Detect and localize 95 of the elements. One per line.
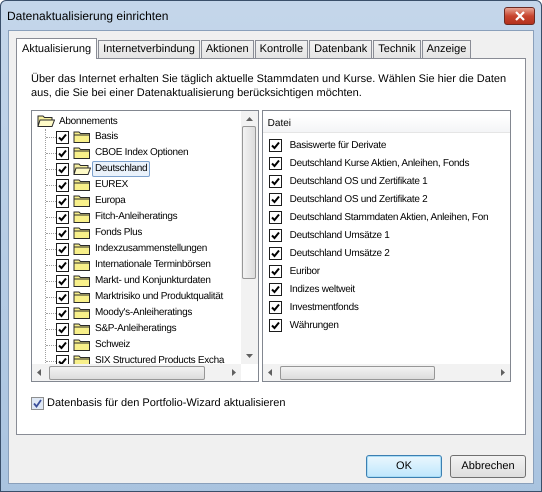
tab[interactable]: Internetverbindung <box>98 40 200 58</box>
scrollbar-thumb[interactable] <box>280 366 435 380</box>
tree-item[interactable]: Abonnements <box>59 114 118 128</box>
checkbox[interactable] <box>268 228 282 242</box>
checkbox-label[interactable]: Datenbasis für den Portfolio-Wizard aktualisieren <box>47 395 286 412</box>
folder-icon <box>73 130 91 144</box>
scroll-right-icon[interactable] <box>501 369 505 376</box>
checkbox[interactable] <box>268 156 282 170</box>
checkbox[interactable] <box>268 174 282 188</box>
tree-item[interactable]: Markt- und Konjunkturdaten <box>92 274 214 288</box>
tab[interactable]: Aktionen <box>200 40 254 58</box>
folder-icon <box>73 226 91 240</box>
file-item[interactable]: Deutschland Kurse Aktien, Anleihen, Fonds <box>290 156 470 170</box>
folder-icon <box>73 146 91 160</box>
tree-item[interactable]: Basis <box>92 130 121 144</box>
folder-icon <box>73 178 91 192</box>
scroll-left-icon[interactable] <box>37 369 41 376</box>
folder-icon <box>73 338 91 352</box>
checkbox[interactable] <box>268 138 282 152</box>
cancel-button[interactable]: Abbrechen <box>450 455 526 478</box>
tree-item[interactable]: CBOE Index Optionen <box>92 146 192 160</box>
checkbox[interactable] <box>56 130 69 144</box>
tab[interactable]: Anzeige <box>422 40 472 58</box>
file-item[interactable]: Deutschland OS und Zertifikate 1 <box>290 174 428 188</box>
tree-item[interactable]: Internationale Terminbörsen <box>92 258 214 272</box>
open-folder-icon <box>73 162 91 176</box>
folder-icon <box>73 274 91 288</box>
file-item[interactable]: Investmentfonds <box>290 300 359 314</box>
tab[interactable]: Kontrolle <box>254 40 308 58</box>
close-icon <box>514 10 526 20</box>
checkbox[interactable] <box>268 318 282 332</box>
folder-icon <box>73 242 91 256</box>
checkbox[interactable] <box>56 354 69 364</box>
checkbox[interactable] <box>268 300 282 314</box>
checkbox[interactable] <box>56 194 69 208</box>
tree-item[interactable]: Marktrisiko und Produktqualität <box>92 290 226 304</box>
tree-item[interactable]: EUREX <box>92 178 131 192</box>
scroll-right-icon[interactable] <box>232 369 236 376</box>
folder-icon <box>73 194 91 208</box>
scroll-down-icon[interactable] <box>246 354 253 358</box>
horizontal-scrollbar[interactable] <box>262 364 510 381</box>
horizontal-scrollbar[interactable] <box>32 364 241 381</box>
tree-item[interactable]: Europa <box>92 194 128 208</box>
ok-button[interactable]: OK <box>366 455 442 478</box>
checkbox[interactable] <box>56 322 69 336</box>
folder-icon <box>73 306 91 320</box>
window-title: Datenaktualisierung einrichten <box>7 8 168 24</box>
checkbox[interactable] <box>56 290 69 304</box>
tree-item[interactable]: Schweiz <box>92 338 134 352</box>
tree-item[interactable]: Fonds Plus <box>92 226 146 240</box>
checkbox[interactable] <box>268 192 282 206</box>
tab[interactable]: Datenbank <box>309 40 372 58</box>
tree-item[interactable]: S&P-Anleiheratings <box>92 322 180 336</box>
tree-item[interactable]: SIX Structured Products Excha <box>92 354 228 364</box>
tab[interactable]: Aktualisierung <box>16 38 98 59</box>
folder-icon <box>73 290 91 304</box>
tree-item[interactable]: Moody's-Anleiheratings <box>92 306 196 320</box>
tree-item[interactable]: Indexzusammenstellungen <box>92 242 210 256</box>
checkbox[interactable] <box>56 162 69 176</box>
scrollbar-thumb[interactable] <box>49 366 205 380</box>
checkbox[interactable] <box>56 258 69 272</box>
checkbox[interactable] <box>268 246 282 260</box>
file-item[interactable]: Deutschland Umsätze 1 <box>290 228 390 242</box>
tree-item[interactable]: Fitch-Anleiheratings <box>92 210 180 224</box>
description-text: Über das Internet erhalten Sie täglich aktuelle Stammdaten und Kurse. Wählen Sie hier die Daten aus, die Sie bei einer Datenaktualisierung berücksichtigen möchten. <box>31 72 508 100</box>
scrollbar-thumb[interactable] <box>242 126 256 279</box>
checkbox[interactable] <box>56 226 69 240</box>
tab[interactable]: Technik <box>373 40 421 58</box>
folder-icon <box>73 210 91 224</box>
checkbox[interactable] <box>56 306 69 320</box>
file-item[interactable]: Deutschland Umsätze 2 <box>290 246 390 260</box>
tree-item[interactable]: Deutschland <box>92 161 150 177</box>
checkbox[interactable] <box>56 274 69 288</box>
file-item[interactable]: Basiswerte für Derivate <box>290 138 386 152</box>
checkbox[interactable] <box>31 396 44 410</box>
folder-icon <box>73 322 91 336</box>
scroll-left-icon[interactable] <box>268 369 272 376</box>
folder-icon <box>73 258 91 272</box>
file-item[interactable]: Währungen <box>290 318 339 332</box>
checkbox[interactable] <box>56 338 69 352</box>
checkbox[interactable] <box>56 146 69 160</box>
checkbox[interactable] <box>268 264 282 278</box>
scroll-up-icon[interactable] <box>246 117 253 121</box>
file-item[interactable]: Indizes weltweit <box>290 282 355 296</box>
checkbox[interactable] <box>56 210 69 224</box>
checkbox[interactable] <box>268 282 282 296</box>
folder-icon <box>73 354 91 364</box>
checkbox[interactable] <box>56 178 69 192</box>
file-item[interactable]: Deutschland OS und Zertifikate 2 <box>290 192 428 206</box>
checkbox[interactable] <box>268 210 282 224</box>
file-item[interactable]: Deutschland Stammdaten Aktien, Anleihen, Fon <box>290 210 488 224</box>
close-button[interactable] <box>504 6 535 24</box>
vertical-scrollbar[interactable] <box>240 111 258 364</box>
file-item[interactable]: Euribor <box>290 264 320 278</box>
checkbox[interactable] <box>56 242 69 256</box>
